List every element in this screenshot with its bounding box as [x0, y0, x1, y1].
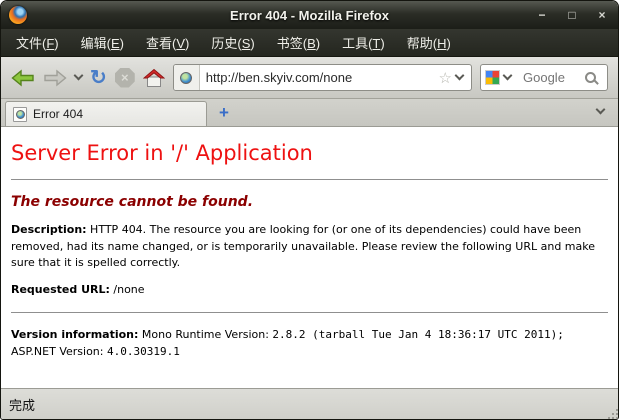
- window-title: Error 404 - Mozilla Firefox: [230, 7, 389, 23]
- back-arrow-icon: [11, 69, 34, 86]
- aspnet-version-value: 4.0.30319.1: [106, 344, 180, 358]
- search-engine-chevron-icon[interactable]: [502, 70, 513, 81]
- minimize-button[interactable]: −: [534, 7, 550, 23]
- home-button[interactable]: [142, 68, 165, 88]
- back-forward-dropdown[interactable]: [73, 70, 84, 81]
- requested-url-paragraph: Requested URL: /none: [11, 282, 608, 299]
- google-logo-icon: [485, 70, 500, 85]
- tab-globe-icon: [15, 109, 25, 119]
- navigation-toolbar: ↻ × ☆: [1, 57, 618, 99]
- status-bar: 完成: [1, 388, 618, 419]
- menu-history[interactable]: 历史(S): [202, 30, 263, 55]
- menu-tools[interactable]: 工具(T): [333, 30, 394, 55]
- menu-view[interactable]: 查看(V): [137, 30, 198, 55]
- forward-arrow-icon: [44, 69, 67, 86]
- firefox-logo-icon: [9, 6, 27, 24]
- menu-bookmarks[interactable]: 书签(B): [268, 30, 329, 55]
- page-content: Server Error in '/' Application The reso…: [1, 127, 618, 388]
- description-label: Description:: [11, 223, 87, 236]
- new-tab-button[interactable]: +: [207, 103, 241, 126]
- resize-grip[interactable]: [612, 413, 614, 415]
- url-input[interactable]: [199, 70, 439, 85]
- tab-bar: Error 404 +: [1, 99, 618, 127]
- back-button[interactable]: [11, 68, 35, 88]
- maximize-button[interactable]: □: [564, 7, 580, 23]
- bookmark-star-icon[interactable]: ☆: [439, 69, 452, 87]
- page-favicon-icon: [180, 71, 193, 84]
- url-dropdown-chevron-icon[interactable]: [454, 70, 465, 81]
- tab-list-chevron-icon: [595, 104, 606, 115]
- tab-label: Error 404: [33, 107, 84, 121]
- window-controls: − □ ×: [534, 7, 610, 23]
- runtime-version-value: 2.8.2 (tarball Tue Jan 4 18:36:17 UTC 20…: [272, 328, 564, 341]
- error-page-subtitle: The resource cannot be found.: [11, 194, 254, 210]
- titlebar[interactable]: Error 404 - Mozilla Firefox − □ ×: [1, 1, 618, 29]
- site-identity-button[interactable]: [173, 65, 200, 90]
- forward-button[interactable]: [43, 68, 67, 88]
- firefox-window: Error 404 - Mozilla Firefox − □ × 文件(F) …: [0, 0, 619, 420]
- version-info-label: Version information:: [11, 328, 139, 341]
- aspnet-version-label: ASP.NET Version:: [11, 344, 107, 358]
- menu-file[interactable]: 文件(F): [7, 30, 68, 55]
- chevron-down-icon: [73, 70, 84, 81]
- version-info-paragraph: Version information: Mono Runtime Versio…: [11, 327, 608, 360]
- menu-help[interactable]: 帮助(H): [398, 30, 460, 55]
- divider-top: [11, 179, 608, 180]
- tab-favicon: [13, 106, 27, 122]
- reload-button[interactable]: ↻: [90, 68, 107, 88]
- menubar: 文件(F) 编辑(E) 查看(V) 历史(S) 书签(B) 工具(T) 帮助(H…: [1, 29, 618, 57]
- description-text: HTTP 404. The resource you are looking f…: [11, 223, 595, 269]
- divider-bottom: [11, 312, 608, 313]
- tab-error-404[interactable]: Error 404: [5, 101, 207, 126]
- refresh-icon: ↻: [90, 66, 107, 89]
- stop-button[interactable]: ×: [114, 67, 135, 88]
- search-icon[interactable]: [585, 72, 596, 83]
- close-button[interactable]: ×: [594, 7, 610, 23]
- requested-url-label: Requested URL:: [11, 282, 110, 296]
- status-text: 完成: [9, 397, 36, 413]
- search-box[interactable]: [480, 64, 608, 91]
- search-input[interactable]: [523, 70, 581, 85]
- description-paragraph: Description: HTTP 404. The resource you …: [11, 222, 608, 272]
- error-page-title: Server Error in '/' Application: [11, 141, 313, 165]
- runtime-version-label: Mono Runtime Version:: [138, 328, 273, 341]
- url-bar[interactable]: ☆: [172, 64, 472, 91]
- tab-list-dropdown[interactable]: [587, 100, 614, 126]
- requested-url-value: /none: [109, 282, 145, 296]
- stop-icon: ×: [114, 67, 135, 88]
- menu-edit[interactable]: 编辑(E): [72, 30, 133, 55]
- home-icon: [142, 68, 165, 87]
